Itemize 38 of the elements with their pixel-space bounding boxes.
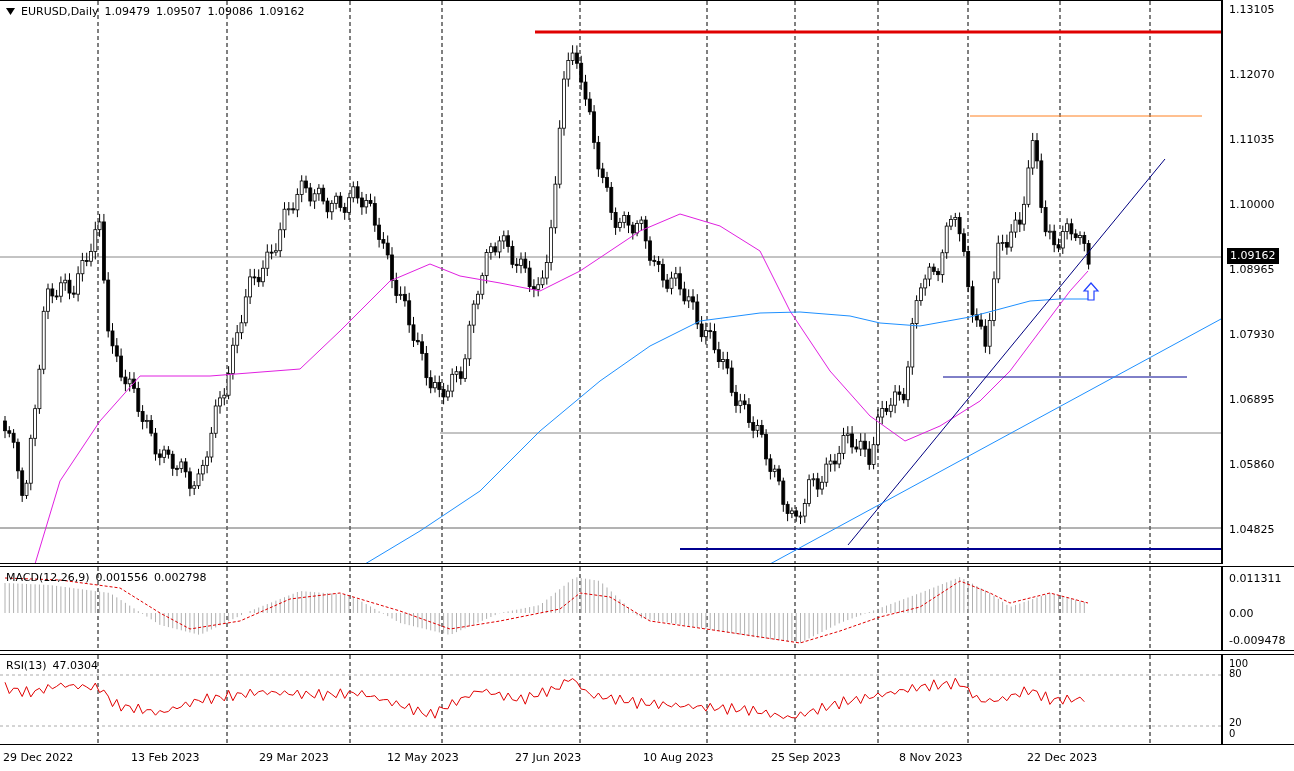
time-axis-label: 22 Dec 2023	[1027, 750, 1099, 766]
symbol-timeframe-label: EURUSD,Daily	[21, 5, 99, 18]
indicator-value: 0.001556	[95, 571, 149, 584]
price-axis-label: 1.04825	[1229, 522, 1276, 538]
indicator-value: 0.002798	[154, 571, 207, 584]
indicator-title: RSI(13)	[6, 659, 47, 672]
time-axis-label: 29 Dec 2022	[3, 750, 75, 766]
indicator-value: 47.0304	[52, 659, 98, 672]
time-axis-label: 13 Feb 2023	[131, 750, 201, 766]
price-value: 1.09507	[156, 5, 202, 18]
price-axis-label: 1.10000	[1229, 197, 1276, 213]
price-axis-label: 1.07930	[1229, 327, 1276, 343]
time-axis-label: 12 May 2023	[387, 750, 460, 766]
current-price-tag: 1.09162	[1227, 248, 1279, 264]
up-arrow-icon	[1082, 282, 1100, 301]
time-axis-label: 25 Sep 2023	[771, 750, 842, 766]
indicator-axis-label: 20	[1229, 716, 1242, 729]
price-axis-label: 1.08965	[1229, 262, 1276, 278]
price-axis-label: 1.13105	[1229, 2, 1276, 18]
price-axis-label: 1.05860	[1229, 457, 1276, 473]
indicator-title: MACD(12,26,9)	[6, 571, 90, 584]
time-axis-label: 8 Nov 2023	[899, 750, 964, 766]
time-axis-label: 27 Jun 2023	[515, 750, 583, 766]
price-axis-label: 1.06895	[1229, 392, 1276, 408]
indicator-axis-label: 80	[1229, 667, 1242, 680]
indicator-axis-label: 0	[1229, 727, 1236, 740]
indicator-axis-label: 0.011311	[1229, 572, 1282, 585]
time-axis-label: 29 Mar 2023	[259, 750, 330, 766]
indicator-axis-label: 0.00	[1229, 607, 1254, 620]
price-value: 1.09479	[104, 5, 150, 18]
indicator-axis-label: -0.009478	[1229, 634, 1286, 647]
indicator-axis-label: 100	[1229, 657, 1249, 669]
price-value: 1.09086	[207, 5, 253, 18]
price-axis-label: 1.11035	[1229, 132, 1276, 148]
time-axis-label: 10 Aug 2023	[643, 750, 715, 766]
price-axis-label: 1.12070	[1229, 67, 1276, 83]
dropdown-triangle-icon[interactable]	[6, 8, 15, 15]
price-value: 1.09162	[259, 5, 305, 18]
